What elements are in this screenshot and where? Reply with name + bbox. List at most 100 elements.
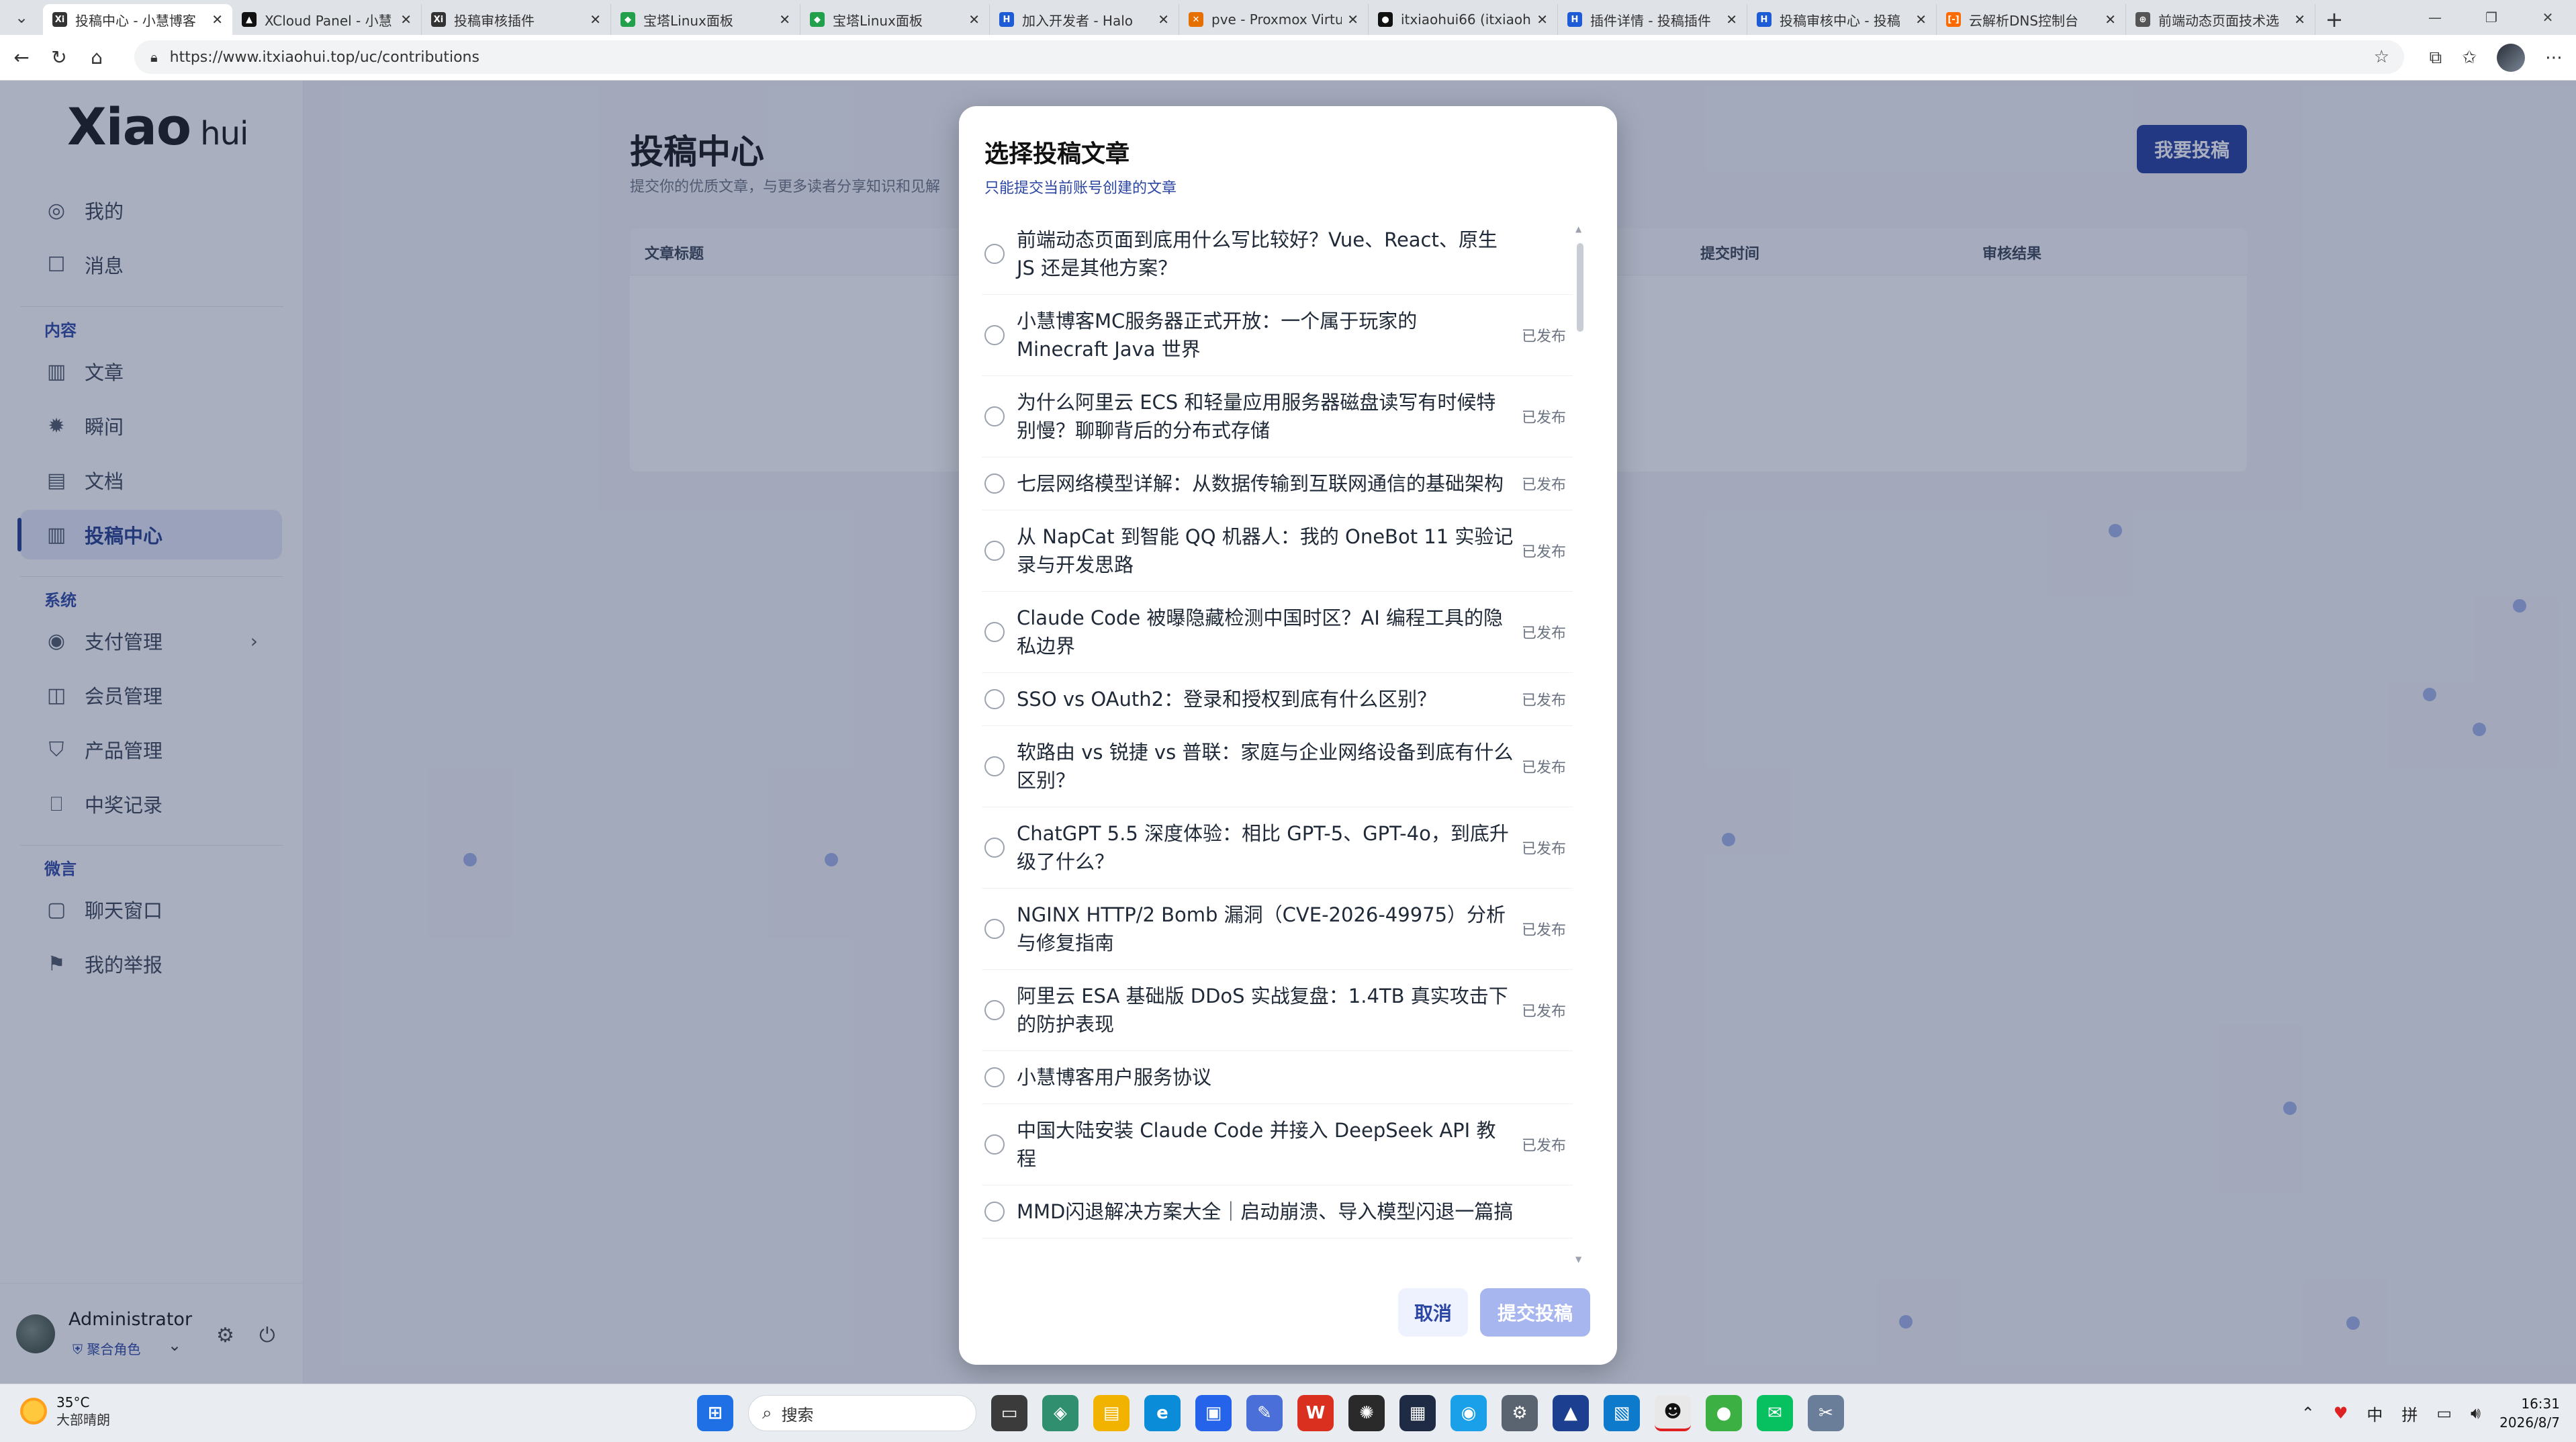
browser-tab[interactable]: H 插件详情 - 投稿插件 ✕ bbox=[1558, 4, 1747, 35]
radio-button[interactable] bbox=[984, 756, 1005, 776]
radio-button[interactable] bbox=[984, 406, 1005, 426]
clock[interactable]: 16:31 2026/8/7 bbox=[2499, 1394, 2560, 1432]
url-text[interactable]: https://www.itxiaohui.top/uc/contributio… bbox=[170, 49, 479, 66]
snipping-icon[interactable]: ✂ bbox=[1808, 1395, 1844, 1431]
weather-widget[interactable]: 35°C 大部晴朗 bbox=[20, 1394, 110, 1429]
close-tab-icon[interactable]: ✕ bbox=[2105, 11, 2116, 28]
start-icon[interactable]: ⊞ bbox=[697, 1395, 733, 1431]
file-explorer-icon[interactable]: ▤ bbox=[1093, 1395, 1130, 1431]
radio-button[interactable] bbox=[984, 1000, 1005, 1020]
browser-tab[interactable]: ⊕ 前端动态页面技术选 ✕ bbox=[2126, 4, 2315, 35]
back-icon[interactable]: ← bbox=[3, 39, 40, 77]
messenger-icon[interactable]: ◉ bbox=[1451, 1395, 1487, 1431]
browser-tab[interactable]: H 加入开发者 - Halo ✕ bbox=[990, 4, 1179, 35]
devtools-icon[interactable]: ▦ bbox=[1399, 1395, 1436, 1431]
article-title[interactable]: Claude Code 被曝隐藏检测中国时区？AI 编程工具的隐私边界 bbox=[1017, 604, 1522, 660]
close-tab-icon[interactable]: ✕ bbox=[968, 11, 980, 28]
browser-tab[interactable]: ● itxiaohui66 (itxiaoh ✕ bbox=[1369, 4, 1558, 35]
submit-contribution-button[interactable]: 提交投稿 bbox=[1480, 1288, 1590, 1337]
browser-tab[interactable]: Xi 投稿中心 - 小慧博客 ✕ bbox=[43, 4, 232, 35]
article-option[interactable]: 小慧博客MC服务器正式开放：一个属于玩家的 Minecraft Java 世界已… bbox=[982, 295, 1573, 376]
radio-button[interactable] bbox=[984, 244, 1005, 264]
close-tab-icon[interactable]: ✕ bbox=[1726, 11, 1737, 28]
article-option[interactable]: 前端动态页面到底用什么写比较好？Vue、React、原生 JS 还是其他方案？ bbox=[982, 214, 1573, 295]
article-title[interactable]: 前端动态页面到底用什么写比较好？Vue、React、原生 JS 还是其他方案？ bbox=[1017, 226, 1522, 282]
taskbar-search[interactable]: ⌕ 搜索 bbox=[748, 1395, 976, 1431]
close-tab-icon[interactable]: ✕ bbox=[1536, 11, 1548, 28]
extensions-icon[interactable]: ⧉ bbox=[2430, 48, 2442, 69]
wechat-icon[interactable]: ✉ bbox=[1757, 1395, 1793, 1431]
article-option[interactable]: 阿里云 ESA 基础版 DDoS 实战复盘：1.4TB 真实攻击下的防护表现 已发… bbox=[982, 970, 1573, 1051]
browser-tab[interactable]: ◆ 宝塔Linux面板 ✕ bbox=[800, 4, 990, 35]
browser-tab[interactable]: ✕ pve - Proxmox Virtu ✕ bbox=[1179, 4, 1369, 35]
scrollbar-thumb[interactable] bbox=[1577, 243, 1583, 332]
article-option[interactable]: SSO vs OAuth2：登录和授权到底有什么区别？ 已发布 bbox=[982, 673, 1573, 726]
article-title[interactable]: MMD闪退解决方案大全｜启动崩溃、导入模型闪退一篇搞 bbox=[1017, 1198, 1522, 1226]
article-title[interactable]: 小慧博客用户服务协议 bbox=[1017, 1063, 1522, 1091]
article-option[interactable]: Claude Code 被曝隐藏检测中国时区？AI 编程工具的隐私边界 已发布 bbox=[982, 592, 1573, 673]
close-tab-icon[interactable]: ✕ bbox=[400, 11, 412, 28]
article-list[interactable]: 前端动态页面到底用什么写比较好？Vue、React、原生 JS 还是其他方案？ 小… bbox=[982, 214, 1573, 1261]
ime-language[interactable]: 中 bbox=[2366, 1402, 2383, 1425]
close-tab-icon[interactable]: ✕ bbox=[1915, 11, 1927, 28]
radio-button[interactable] bbox=[984, 838, 1005, 858]
radio-button[interactable] bbox=[984, 1202, 1005, 1222]
scroll-up-icon[interactable]: ▲ bbox=[1575, 224, 1581, 234]
scroll-down-icon[interactable]: ▼ bbox=[1575, 1255, 1581, 1264]
qq-icon[interactable]: ☻ bbox=[1655, 1395, 1691, 1431]
article-title[interactable]: 软路由 vs 锐捷 vs 普联：家庭与企业网络设备到底有什么区别？ bbox=[1017, 738, 1522, 795]
close-tab-icon[interactable]: ✕ bbox=[1158, 11, 1169, 28]
close-tab-icon[interactable]: ✕ bbox=[212, 11, 223, 28]
minimize-icon[interactable]: — bbox=[2407, 0, 2463, 35]
close-tab-icon[interactable]: ✕ bbox=[590, 11, 601, 28]
browser-tab[interactable]: H 投稿审核中心 - 投稿 ✕ bbox=[1747, 4, 1937, 35]
chevron-up-icon[interactable]: ⌃ bbox=[2301, 1404, 2315, 1423]
close-tab-icon[interactable]: ✕ bbox=[779, 11, 790, 28]
remote-desktop-icon[interactable]: ▧ bbox=[1604, 1395, 1640, 1431]
volume-icon[interactable]: 🔊︎ bbox=[2471, 1404, 2481, 1423]
article-title[interactable]: 小慧博客MC服务器正式开放：一个属于玩家的 Minecraft Java 世界 bbox=[1017, 307, 1522, 363]
radio-button[interactable] bbox=[984, 541, 1005, 561]
task-view-icon[interactable]: ▭ bbox=[991, 1395, 1027, 1431]
wps-icon[interactable]: W bbox=[1297, 1395, 1334, 1431]
radio-button[interactable] bbox=[984, 919, 1005, 939]
feather-app-icon[interactable]: ✎ bbox=[1246, 1395, 1283, 1431]
pcl-icon[interactable]: ▲ bbox=[1553, 1395, 1589, 1431]
cancel-button[interactable]: 取消 bbox=[1398, 1288, 1468, 1337]
antivirus-icon[interactable]: ♥ bbox=[2334, 1404, 2348, 1423]
reload-icon[interactable]: ↻ bbox=[40, 39, 78, 77]
home-icon[interactable]: ⌂ bbox=[78, 39, 116, 77]
browser-tab[interactable]: Xi 投稿审核插件 ✕ bbox=[422, 4, 611, 35]
copilot-icon[interactable]: ◈ bbox=[1042, 1395, 1078, 1431]
restore-icon[interactable]: ❐ bbox=[2463, 0, 2520, 35]
store-icon[interactable]: ▣ bbox=[1195, 1395, 1232, 1431]
radio-button[interactable] bbox=[984, 1067, 1005, 1087]
article-title[interactable]: 从 NapCat 到智能 QQ 机器人：我的 OneBot 11 实验记录与开发… bbox=[1017, 523, 1522, 579]
radio-button[interactable] bbox=[984, 325, 1005, 345]
article-title[interactable]: 阿里云 ESA 基础版 DDoS 实战复盘：1.4TB 真实攻击下的防护表现 bbox=[1017, 982, 1522, 1038]
article-option[interactable]: 从 NapCat 到智能 QQ 机器人：我的 OneBot 11 实验记录与开发… bbox=[982, 510, 1573, 592]
green-app-icon[interactable]: ● bbox=[1706, 1395, 1742, 1431]
profile-avatar[interactable] bbox=[2497, 44, 2525, 72]
article-option[interactable]: 中国大陆安装 Claude Code 并接入 DeepSeek API 教程 已发… bbox=[982, 1104, 1573, 1185]
new-tab-button[interactable]: + bbox=[2315, 4, 2353, 35]
radio-button[interactable] bbox=[984, 622, 1005, 642]
article-title[interactable]: 七层网络模型详解：从数据传输到互联网通信的基础架构 bbox=[1017, 469, 1522, 498]
list-scrollbar[interactable]: ▲ ▼ bbox=[1575, 224, 1585, 1264]
close-window-icon[interactable]: ✕ bbox=[2520, 0, 2576, 35]
article-title[interactable]: ChatGPT 5.5 深度体验：相比 GPT-5、GPT-4o，到底升级了什么… bbox=[1017, 819, 1522, 876]
radio-button[interactable] bbox=[984, 689, 1005, 709]
browser-tab[interactable]: [-] 云解析DNS控制台 ✕ bbox=[1937, 4, 2126, 35]
edge-icon[interactable]: e bbox=[1144, 1395, 1181, 1431]
article-option[interactable]: 为什么阿里云 ECS 和轻量应用服务器磁盘读写有时候特别慢？聊聊背后的分布式存储… bbox=[982, 376, 1573, 457]
article-title[interactable]: SSO vs OAuth2：登录和授权到底有什么区别？ bbox=[1017, 685, 1522, 713]
settings-icon[interactable]: ⚙ bbox=[1502, 1395, 1538, 1431]
article-option[interactable]: MMD闪退解决方案大全｜启动崩溃、导入模型闪退一篇搞 bbox=[982, 1185, 1573, 1238]
more-menu-icon[interactable]: ⋯ bbox=[2545, 48, 2563, 68]
browser-tab[interactable]: ◆ 宝塔Linux面板 ✕ bbox=[611, 4, 800, 35]
ime-mode[interactable]: 拼 bbox=[2401, 1402, 2418, 1425]
article-title[interactable]: 为什么阿里云 ECS 和轻量应用服务器磁盘读写有时候特别慢？聊聊背后的分布式存储 bbox=[1017, 388, 1522, 445]
radio-button[interactable] bbox=[984, 1134, 1005, 1155]
article-title[interactable]: 中国大陆安装 Claude Code 并接入 DeepSeek API 教程 bbox=[1017, 1116, 1522, 1173]
close-tab-icon[interactable]: ✕ bbox=[2294, 11, 2305, 28]
